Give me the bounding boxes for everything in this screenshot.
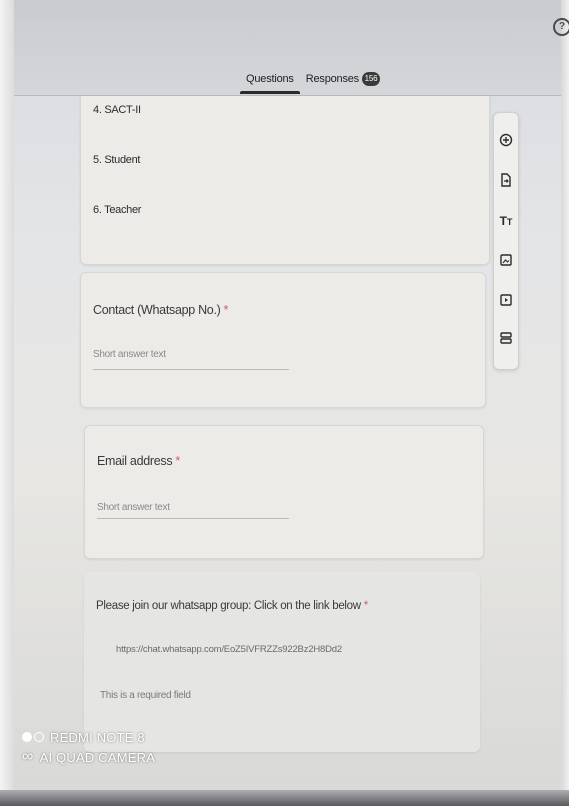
- question-title: Contact (Whatsapp No.) *: [93, 303, 228, 317]
- answer-underline: [93, 369, 289, 370]
- infinity-icon: ∞: [22, 748, 34, 765]
- option-item[interactable]: 4. SACT-II: [93, 104, 141, 116]
- options-question-card[interactable]: 4. SACT-II 5. Student 6. Teacher: [80, 96, 490, 265]
- screen-bezel-left: [0, 0, 14, 806]
- answer-underline: [97, 518, 289, 519]
- responses-count-badge: 156: [361, 72, 380, 87]
- required-field-note: This is a required field: [100, 690, 191, 701]
- watermark-model-text: REDMI NOTE 8: [50, 729, 145, 745]
- watermark-line-camera: ∞ AI QUAD CAMERA: [22, 747, 155, 767]
- whatsapp-question-card[interactable]: Please join our whatsapp group: Click on…: [84, 572, 480, 752]
- add-video-icon[interactable]: [498, 293, 514, 309]
- add-image-icon[interactable]: [498, 253, 514, 269]
- add-title-icon[interactable]: TT: [498, 213, 514, 229]
- whatsapp-group-link[interactable]: https://chat.whatsapp.com/EoZ5IVFRZZs922…: [116, 644, 342, 655]
- question-title: Please join our whatsapp group: Click on…: [96, 600, 368, 612]
- camera-dots-icon: [22, 732, 44, 742]
- question-title-text: Please join our whatsapp group: Click on…: [96, 600, 361, 612]
- required-asterisk: *: [223, 303, 229, 317]
- tab-questions[interactable]: Questions: [240, 68, 300, 94]
- email-question-card[interactable]: Email address * Short answer text: [84, 425, 484, 559]
- option-item[interactable]: 5. Student: [93, 154, 140, 166]
- contact-question-card[interactable]: Contact (Whatsapp No.) * Short answer tex…: [80, 272, 486, 408]
- tab-questions-label: Questions: [246, 73, 294, 85]
- camera-watermark: REDMI NOTE 8 ∞ AI QUAD CAMERA: [22, 727, 155, 767]
- option-item[interactable]: 6. Teacher: [93, 204, 141, 216]
- add-question-icon[interactable]: [498, 133, 514, 149]
- add-section-icon[interactable]: [498, 331, 514, 347]
- question-title: Email address *: [97, 454, 180, 468]
- tab-bar: Questions Responses 156: [240, 68, 382, 94]
- floating-toolbar: TT: [493, 112, 519, 370]
- required-asterisk: *: [175, 454, 180, 468]
- watermark-camera-text: AI QUAD CAMERA: [39, 749, 156, 765]
- form-header: ? Questions Responses 156: [14, 0, 569, 96]
- help-icon[interactable]: ?: [553, 18, 569, 36]
- import-questions-icon[interactable]: [498, 173, 514, 189]
- question-title-text: Email address: [97, 454, 173, 468]
- short-answer-placeholder: Short answer text: [97, 502, 170, 513]
- screen-bezel-right: [561, 0, 569, 806]
- tab-responses[interactable]: Responses 156: [304, 68, 382, 94]
- required-asterisk: *: [363, 600, 369, 612]
- tab-responses-label: Responses: [305, 73, 359, 85]
- short-answer-placeholder: Short answer text: [93, 349, 166, 360]
- question-title-text: Contact (Whatsapp No.): [93, 303, 221, 317]
- watermark-line-model: REDMI NOTE 8: [22, 727, 155, 747]
- screen-bezel-bottom: [0, 790, 569, 806]
